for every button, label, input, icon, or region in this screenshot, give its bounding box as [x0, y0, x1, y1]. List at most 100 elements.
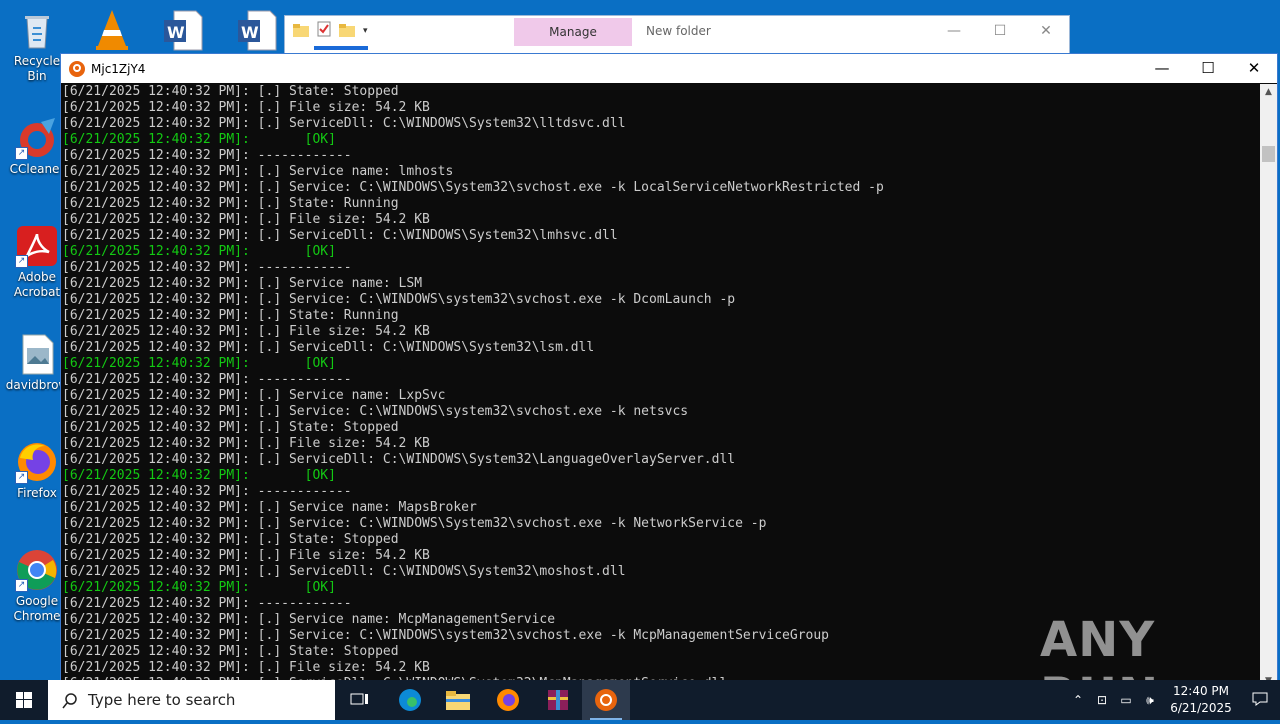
- volume-icon[interactable]: 🕪: [1138, 693, 1162, 708]
- console-line: [6/21/2025 12:40:32 PM]: [.] State: Runn…: [62, 196, 399, 211]
- ccleaner-icon: ↗: [15, 116, 59, 160]
- svg-text:W: W: [167, 23, 185, 42]
- console-line: [6/21/2025 12:40:32 PM]: [.] ServiceDll:…: [62, 452, 736, 467]
- search-placeholder: Type here to search: [88, 691, 236, 709]
- app-icon: [69, 60, 85, 77]
- app-icon: [595, 689, 617, 711]
- console-line: [6/21/2025 12:40:32 PM]: [.] Service: C:…: [62, 180, 884, 195]
- console-line: [6/21/2025 12:40:32 PM]: [.] Service: C:…: [62, 404, 689, 419]
- winrar-icon: [548, 690, 568, 710]
- window-controls: — ☐ ✕: [1139, 54, 1277, 83]
- notification-icon[interactable]: [1240, 691, 1280, 710]
- maximize-button[interactable]: ☐: [1185, 54, 1231, 83]
- firefox-icon: [497, 689, 519, 711]
- console-line: [6/21/2025 12:40:32 PM]: [.] Service nam…: [62, 164, 454, 179]
- scroll-up-button[interactable]: ▲: [1260, 84, 1277, 101]
- network-icon[interactable]: ⊡: [1090, 693, 1114, 707]
- console-line: [6/21/2025 12:40:32 PM]: [.] State: Stop…: [62, 532, 399, 547]
- new-folder-icon[interactable]: [339, 22, 355, 41]
- console-line: [6/21/2025 12:40:32 PM]: [.] File size: …: [62, 548, 430, 563]
- maximize-button[interactable]: ☐: [977, 16, 1023, 46]
- scrollbar-thumb[interactable]: [1262, 146, 1275, 162]
- windows-logo-icon: [16, 692, 32, 708]
- firefox-icon: ↗: [15, 440, 59, 484]
- console-line: [6/21/2025 12:40:32 PM]: [OK]: [62, 468, 336, 483]
- clock[interactable]: 12:40 PM 6/21/2025: [1162, 683, 1240, 717]
- console-line: [6/21/2025 12:40:32 PM]: [.] Service nam…: [62, 276, 423, 291]
- shortcut-arrow-icon: ↗: [15, 147, 28, 160]
- console-title: Mjc1ZjY4: [91, 61, 146, 76]
- word-document-icon[interactable]: W: [162, 8, 206, 52]
- console-line: [6/21/2025 12:40:32 PM]: ------------: [62, 260, 352, 275]
- console-line: [6/21/2025 12:40:32 PM]: [OK]: [62, 580, 336, 595]
- close-button[interactable]: ✕: [1231, 54, 1277, 83]
- console-line: [6/21/2025 12:40:32 PM]: [.] Service: C:…: [62, 516, 767, 531]
- console-line: [6/21/2025 12:40:32 PM]: ------------: [62, 372, 352, 387]
- edge-icon: [399, 689, 421, 711]
- console-line: [6/21/2025 12:40:32 PM]: [.] ServiceDll:…: [62, 340, 595, 355]
- task-view-icon: [350, 693, 368, 705]
- taskbar-console-app[interactable]: [582, 680, 630, 720]
- shortcut-arrow-icon: ↗: [15, 255, 28, 268]
- search-icon: [62, 693, 77, 709]
- ethernet-icon[interactable]: ▭: [1114, 693, 1138, 707]
- console-line: [6/21/2025 12:40:32 PM]: [.] State: Stop…: [62, 420, 399, 435]
- chrome-icon: ↗: [15, 548, 59, 592]
- vlc-icon[interactable]: [90, 8, 134, 52]
- recycle-bin-icon: [15, 8, 59, 52]
- taskbar-winrar[interactable]: [534, 680, 582, 720]
- console-window[interactable]: Mjc1ZjY4 — ☐ ✕ [6/21/2025 12:40:32 PM]: …: [60, 53, 1278, 692]
- chevron-up-icon[interactable]: ⌃: [1066, 693, 1090, 707]
- start-button[interactable]: [0, 680, 48, 720]
- console-line: [6/21/2025 12:40:32 PM]: [.] ServiceDll:…: [62, 228, 618, 243]
- shortcut-arrow-icon: ↗: [15, 579, 28, 592]
- console-line: [6/21/2025 12:40:32 PM]: [.] File size: …: [62, 436, 430, 451]
- word-document-icon[interactable]: W: [236, 8, 280, 52]
- system-tray: ⌃ ⊡ ▭ 🕪 12:40 PM 6/21/2025: [1066, 680, 1280, 720]
- properties-icon[interactable]: [317, 21, 331, 41]
- taskbar-edge[interactable]: [386, 680, 434, 720]
- vertical-scrollbar[interactable]: ▲ ▼: [1260, 84, 1277, 690]
- svg-text:W: W: [241, 23, 259, 42]
- task-view-button[interactable]: [336, 680, 384, 720]
- clock-date: 6/21/2025: [1170, 701, 1232, 715]
- taskbar-file-explorer[interactable]: [434, 680, 482, 720]
- taskbar-firefox[interactable]: [484, 680, 532, 720]
- taskbar: Type here to search ⌃ ⊡ ▭ 🕪 12:40 PM 6/2…: [0, 680, 1280, 720]
- clock-time: 12:40 PM: [1173, 684, 1229, 698]
- quick-access-toolbar: ▾: [285, 16, 368, 46]
- console-line: [6/21/2025 12:40:32 PM]: [.] Service nam…: [62, 500, 477, 515]
- console-line: [6/21/2025 12:40:32 PM]: [.] Service nam…: [62, 388, 446, 403]
- console-line: [6/21/2025 12:40:32 PM]: [OK]: [62, 244, 336, 259]
- console-line: [6/21/2025 12:40:32 PM]: [OK]: [62, 132, 336, 147]
- minimize-button[interactable]: —: [931, 16, 977, 46]
- console-output[interactable]: [6/21/2025 12:40:32 PM]: [.] State: Stop…: [61, 84, 1260, 690]
- file-tab-indicator: [314, 46, 368, 50]
- console-titlebar[interactable]: Mjc1ZjY4 — ☐ ✕: [61, 54, 1277, 83]
- console-line: [6/21/2025 12:40:32 PM]: [.] State: Stop…: [62, 84, 399, 99]
- console-line: [6/21/2025 12:40:32 PM]: [.] ServiceDll:…: [62, 564, 626, 579]
- explorer-window[interactable]: ▾ Manage New folder — ☐ ✕: [284, 15, 1070, 57]
- folder-icon[interactable]: [293, 22, 309, 41]
- console-line: [6/21/2025 12:40:32 PM]: [.] File size: …: [62, 324, 430, 339]
- window-controls: — ☐ ✕: [931, 16, 1069, 46]
- chevron-down-icon[interactable]: ▾: [363, 26, 368, 36]
- console-line: [6/21/2025 12:40:32 PM]: ------------: [62, 596, 352, 611]
- console-line: [6/21/2025 12:40:32 PM]: ------------: [62, 484, 352, 499]
- file-explorer-icon: [446, 691, 470, 710]
- console-line: [6/21/2025 12:40:32 PM]: [.] File size: …: [62, 100, 430, 115]
- minimize-button[interactable]: —: [1139, 54, 1185, 83]
- image-file-icon: [15, 332, 59, 376]
- console-line: [6/21/2025 12:40:32 PM]: [.] State: Runn…: [62, 308, 399, 323]
- taskbar-search-box[interactable]: Type here to search: [48, 680, 335, 720]
- console-line: [6/21/2025 12:40:32 PM]: ------------: [62, 148, 352, 163]
- console-line: [6/21/2025 12:40:32 PM]: [.] Service: C:…: [62, 292, 736, 307]
- window-title: New folder: [646, 24, 711, 38]
- adobe-acrobat-icon: ↗: [15, 224, 59, 268]
- manage-tab[interactable]: Manage: [514, 18, 632, 46]
- console-line: [6/21/2025 12:40:32 PM]: [.] File size: …: [62, 212, 430, 227]
- console-line: [6/21/2025 12:40:32 PM]: [OK]: [62, 356, 336, 371]
- close-button[interactable]: ✕: [1023, 16, 1069, 46]
- console-line: [6/21/2025 12:40:32 PM]: [.] ServiceDll:…: [62, 116, 626, 131]
- shortcut-arrow-icon: ↗: [15, 471, 28, 484]
